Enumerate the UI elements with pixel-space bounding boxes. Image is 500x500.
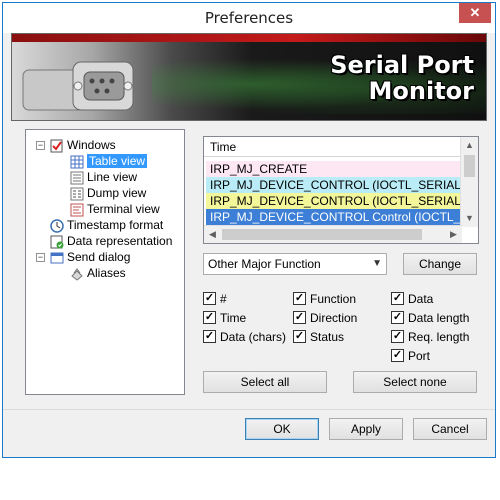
checkbox-data-length[interactable]: ✓ Data length — [391, 310, 469, 326]
tree-item-table-view[interactable]: Table view — [70, 153, 148, 169]
clock-icon — [50, 219, 64, 233]
scroll-down-icon[interactable]: ▼ — [461, 210, 478, 227]
checkbox-label: Data length — [408, 311, 470, 325]
table-icon — [70, 155, 84, 169]
tree-item-dump-view[interactable]: Dump view — [70, 185, 146, 201]
banner-title-line1: Serial Port — [330, 51, 474, 79]
tree-item-line-view[interactable]: Line view — [70, 169, 137, 185]
check-icon: ✓ — [391, 349, 404, 363]
close-icon: ✕ — [469, 5, 481, 20]
list-item[interactable]: IRP_MJ_DEVICE_CONTROL (IOCTL_SERIAL_SET_… — [206, 193, 462, 209]
vertical-scroll-thumb[interactable] — [464, 155, 475, 177]
checkbox-label: Data (chars) — [220, 330, 287, 344]
chevron-down-icon: ▼ — [372, 258, 382, 269]
checkbox-function[interactable]: ✓ Function — [293, 291, 356, 307]
close-button[interactable]: ✕ — [459, 3, 491, 23]
check-icon: ✓ — [293, 292, 306, 306]
line-view-icon — [70, 171, 84, 185]
checkbox-label: # — [220, 292, 227, 306]
checkbox-time[interactable]: ✓ Time — [203, 310, 246, 326]
check-icon: ✓ — [391, 330, 404, 344]
banner-title-line2: Monitor — [368, 77, 474, 105]
scroll-left-icon[interactable]: ◀ — [204, 226, 221, 243]
scroll-up-icon[interactable]: ▲ — [461, 137, 478, 154]
tree-label-data-representation: Data representation — [67, 234, 173, 248]
checkbox-label: Status — [310, 330, 345, 344]
serial-connector-icon — [22, 61, 134, 111]
tree-label-timestamp-format: Timestamp format — [67, 218, 164, 232]
scroll-right-icon[interactable]: ▶ — [445, 226, 462, 243]
ok-button[interactable]: OK — [245, 418, 319, 440]
tree-label-line-view: Line view — [87, 170, 138, 184]
tree-label-dump-view: Dump view — [87, 186, 147, 200]
apply-button[interactable]: Apply — [329, 418, 403, 440]
check-icon: ✓ — [391, 292, 404, 306]
banner-title: Serial Port Monitor — [330, 52, 474, 104]
window-title: Preferences — [204, 9, 294, 27]
checkbox-label: Direction — [310, 311, 358, 325]
check-icon: ✓ — [203, 330, 216, 344]
preferences-window: Preferences ✕ Serial Port Monitor − Wind… — [2, 2, 496, 458]
list-item[interactable]: IRP_MJ_CREATE — [206, 161, 462, 177]
checkbox-direction[interactable]: ✓ Direction — [293, 310, 357, 326]
title-bar: Preferences ✕ — [3, 3, 495, 33]
tree-item-timestamp-format[interactable]: Timestamp format — [50, 217, 163, 233]
select-none-button[interactable]: Select none — [353, 371, 477, 393]
horizontal-scrollbar[interactable]: ◀ ▶ — [204, 225, 462, 243]
tree-item-aliases[interactable]: Aliases — [70, 265, 126, 281]
windows-check-icon — [50, 139, 63, 153]
tree-label-terminal-view: Terminal view — [87, 202, 160, 216]
checkbox-status[interactable]: ✓ Status — [293, 329, 344, 345]
settings-tree[interactable]: − Windows Table view Line view Dump view… — [25, 129, 185, 395]
list-item[interactable]: IRP_MJ_DEVICE_CONTROL Control (IOCTL_SER… — [206, 209, 462, 225]
checkbox-label: Time — [220, 311, 247, 325]
change-button[interactable]: Change — [403, 253, 477, 275]
terminal-view-icon — [70, 203, 84, 217]
vertical-scrollbar[interactable]: ▲ ▼ — [460, 137, 478, 227]
checkbox-data-chars[interactable]: ✓ Data (chars) — [203, 329, 286, 345]
dump-view-icon — [70, 187, 84, 201]
product-banner: Serial Port Monitor — [11, 33, 487, 121]
cancel-button[interactable]: Cancel — [413, 418, 487, 440]
aliases-icon — [71, 267, 83, 281]
banner-red-stripe — [12, 34, 486, 42]
checkbox-label: Req. length — [408, 330, 470, 344]
collapse-send-dialog-icon[interactable]: − — [36, 253, 45, 262]
list-item[interactable]: IRP_MJ_DEVICE_CONTROL (IOCTL_SERIAL_GET_… — [206, 177, 462, 193]
tree-item-windows[interactable]: Windows — [50, 137, 116, 153]
collapse-windows-icon[interactable]: − — [36, 141, 45, 150]
horizontal-scroll-thumb[interactable] — [222, 229, 422, 240]
check-icon: ✓ — [203, 292, 216, 306]
check-icon: ✓ — [203, 311, 216, 325]
tree-label-aliases: Aliases — [87, 266, 126, 280]
major-function-dropdown[interactable]: Other Major Function ▼ — [203, 253, 387, 275]
preview-list[interactable]: Time IRP_MJ_CREATE IRP_MJ_DEVICE_CONTROL… — [203, 136, 479, 244]
send-dialog-icon — [50, 252, 64, 264]
checkbox-hash[interactable]: ✓ # — [203, 291, 227, 307]
tree-label-table-view: Table view — [87, 154, 148, 168]
data-representation-icon — [50, 235, 64, 249]
checkbox-label: Data — [408, 292, 434, 306]
tree-item-terminal-view[interactable]: Terminal view — [70, 201, 160, 217]
checkbox-label: Port — [408, 349, 431, 363]
select-all-button[interactable]: Select all — [203, 371, 327, 393]
tree-label-send-dialog: Send dialog — [67, 250, 131, 264]
check-icon: ✓ — [293, 330, 306, 344]
checkbox-port[interactable]: ✓ Port — [391, 348, 430, 364]
checkbox-req-length[interactable]: ✓ Req. length — [391, 329, 469, 345]
tree-label-windows: Windows — [67, 138, 116, 152]
check-icon: ✓ — [391, 311, 404, 325]
checkbox-data[interactable]: ✓ Data — [391, 291, 433, 307]
list-column-header-time[interactable]: Time — [204, 137, 462, 157]
major-function-value: Other Major Function — [208, 257, 321, 271]
checkbox-label: Function — [310, 292, 357, 306]
check-icon: ✓ — [293, 311, 306, 325]
tree-item-data-representation[interactable]: Data representation — [50, 233, 172, 249]
tree-item-send-dialog[interactable]: Send dialog — [50, 249, 130, 265]
